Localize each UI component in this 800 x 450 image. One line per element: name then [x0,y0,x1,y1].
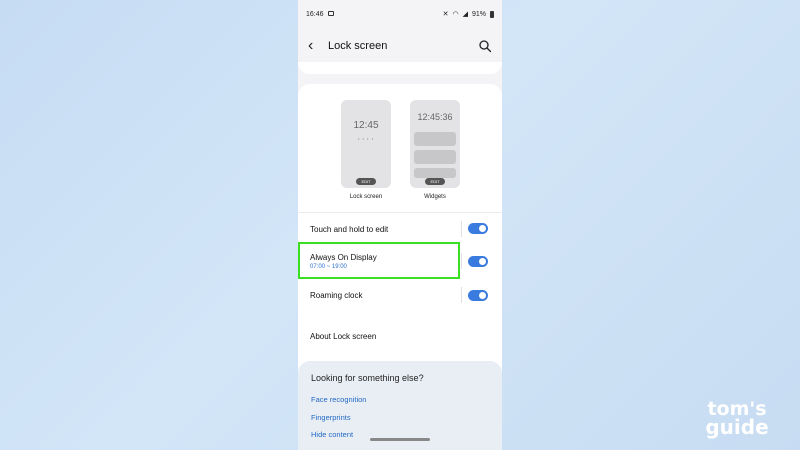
preview-clock: 12:45:36 [417,112,453,122]
widget-placeholder [414,168,456,178]
about-label: About Lock screen [310,332,377,341]
touch-and-hold-row[interactable]: Touch and hold to edit [298,212,502,246]
row-separator [461,221,462,237]
preview-dots: • • • • [358,136,374,141]
back-arrow-icon[interactable]: ‹ [308,37,313,55]
page-title: Lock screen [328,40,388,52]
fingerprints-link[interactable]: Fingerprints [311,413,351,422]
wifi-icon: ◠ [452,11,459,18]
gallery-notification-icon [328,11,334,16]
face-recognition-link[interactable]: Face recognition [311,395,366,404]
edit-badge[interactable]: EDIT [356,178,376,185]
signal-icon: ◢ [462,11,468,18]
battery-level: 91% [471,10,486,18]
widget-placeholder [414,132,456,146]
preview-clock: 12:45 [353,120,379,131]
hide-content-link[interactable]: Hide content [311,430,353,439]
always-on-display-toggle[interactable] [468,256,488,267]
lock-screen-preview[interactable]: 12:45 • • • • EDIT [341,100,391,188]
touch-and-hold-toggle[interactable] [468,223,488,234]
row-label: Touch and hold to edit [310,225,389,234]
status-time: 16:46 [306,11,324,18]
suggestions-card: Looking for something else? Face recogni… [298,361,502,450]
highlight-box [298,242,460,279]
logo-line-2: guide [705,415,769,439]
status-icons: ✕ ◠ ◢ 91% [443,10,494,18]
row-separator [461,253,462,269]
app-bar: ‹ Lock screen [298,34,502,60]
lock-screen-preview-label: Lock screen [349,194,383,200]
status-bar: 16:46 ✕ ◠ ◢ 91% [298,0,502,30]
phone-screen: 16:46 ✕ ◠ ◢ 91% ‹ Lock screen 12:45 • • … [298,0,502,450]
suggestions-title: Looking for something else? [311,373,424,383]
roaming-clock-row[interactable]: Roaming clock [298,278,502,312]
toms-guide-logo: tom's guide [682,400,792,439]
search-icon[interactable] [478,39,492,53]
row-separator [461,287,462,303]
widget-placeholder [414,150,456,164]
previous-card-edge [298,62,502,74]
widgets-preview[interactable]: 12:45:36 EDIT [410,100,460,188]
row-label: Roaming clock [310,291,363,300]
battery-icon [490,10,494,18]
about-lock-screen-row[interactable]: About Lock screen [298,321,502,351]
edit-badge[interactable]: EDIT [425,178,445,185]
widgets-preview-label: Widgets [424,194,446,200]
home-indicator[interactable] [370,438,430,441]
mute-icon: ✕ [442,11,449,18]
roaming-clock-toggle[interactable] [468,290,488,301]
